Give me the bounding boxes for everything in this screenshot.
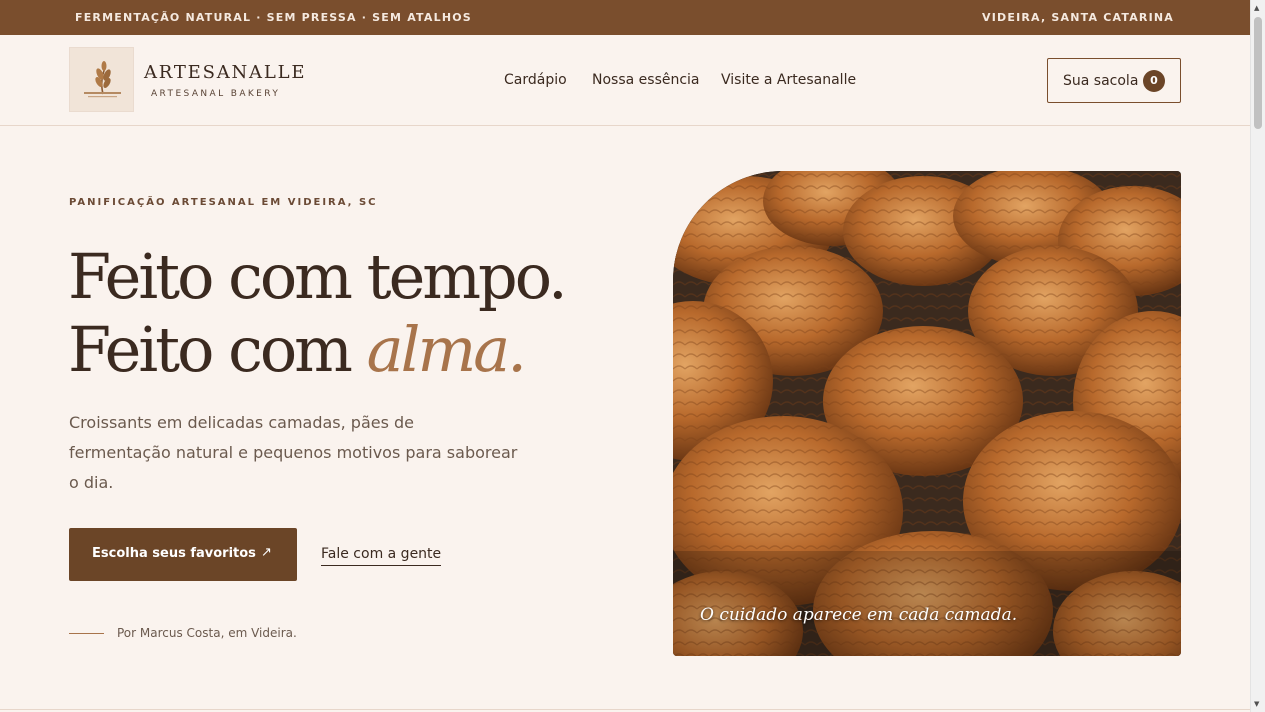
cta-label: Escolha seus favoritos [92, 546, 256, 561]
scroll-up-icon[interactable]: ▲ [1254, 4, 1259, 12]
choose-favorites-button[interactable]: Escolha seus favoritos ↗ [69, 528, 297, 581]
page-scrollbar[interactable]: ▲ ▼ [1250, 0, 1265, 712]
hero-eyebrow: PANIFICAÇÃO ARTESANAL EM VIDEIRA, SC [69, 197, 378, 208]
logo[interactable] [69, 47, 134, 112]
hero-photo [673, 171, 1181, 656]
hero-title-line2: Feito com alma. [68, 313, 527, 386]
brand-tagline: ARTESANAL BAKERY [151, 89, 281, 99]
announcement-text: FERMENTAÇÃO NATURAL · SEM PRESSA · SEM A… [75, 11, 472, 24]
byline: Por Marcus Costa, em Videira. [117, 626, 297, 640]
section-divider [0, 709, 1250, 710]
nav-nossa-essencia[interactable]: Nossa essência [592, 72, 700, 88]
location-text: VIDEIRA, SANTA CATARINA [982, 11, 1174, 24]
bag-label: Sua sacola [1063, 73, 1139, 89]
nav-cardapio[interactable]: Cardápio [504, 72, 567, 88]
bag-button[interactable]: Sua sacola 0 [1047, 58, 1181, 103]
hero-title-accent: alma. [366, 313, 527, 386]
bag-count-badge: 0 [1143, 70, 1165, 92]
arrow-up-right-icon: ↗ [261, 545, 272, 560]
contact-link[interactable]: Fale com a gente [321, 546, 442, 566]
wheat-logo-icon [84, 61, 121, 98]
scroll-down-icon[interactable]: ▼ [1254, 700, 1259, 708]
byline-divider [69, 633, 104, 634]
hero-title-prefix: Feito com [68, 313, 367, 386]
announcement-bar: FERMENTAÇÃO NATURAL · SEM PRESSA · SEM A… [0, 0, 1250, 35]
photo-caption: O cuidado aparece em cada camada. [700, 605, 1018, 625]
brand-name[interactable]: ARTESANALLE [144, 62, 306, 83]
nav-visite[interactable]: Visite a Artesanalle [721, 72, 856, 88]
scrollbar-thumb[interactable] [1254, 17, 1262, 129]
hero-lead: Croissants em delicadas camadas, pães de… [69, 413, 518, 492]
croissants-illustration [673, 171, 1181, 656]
site-header: ARTESANALLE ARTESANAL BAKERY Cardápio No… [0, 35, 1250, 126]
hero-title-line1: Feito com tempo. [68, 240, 568, 313]
